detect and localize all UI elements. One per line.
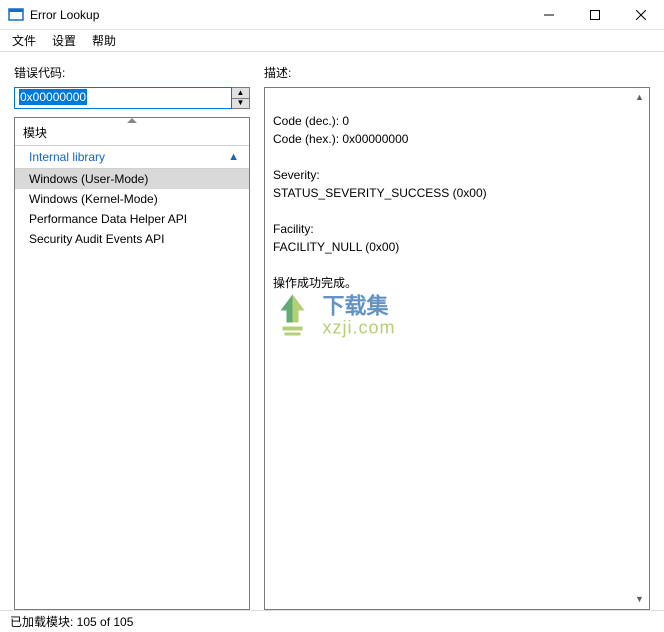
module-item[interactable]: Security Audit Events API: [15, 229, 249, 249]
spinner-down-button[interactable]: ▼: [232, 99, 249, 109]
description-scrollbar[interactable]: ▲ ▼: [631, 89, 648, 608]
desc-severity-label: Severity:: [273, 168, 320, 182]
menu-file[interactable]: 文件: [4, 30, 44, 51]
statusbar: 已加载模块: 105 of 105: [0, 610, 664, 632]
description-label: 描述:: [264, 64, 650, 81]
close-button[interactable]: [618, 0, 664, 30]
right-column: 描述: Code (dec.): 0 Code (hex.): 0x000000…: [264, 64, 650, 610]
titlebar: Error Lookup: [0, 0, 664, 30]
desc-code-hex: Code (hex.): 0x00000000: [273, 132, 408, 146]
description-area[interactable]: Code (dec.): 0 Code (hex.): 0x00000000 S…: [264, 87, 650, 610]
chevron-up-icon: ▲: [228, 151, 239, 163]
error-code-spinner: ▲ ▼: [232, 87, 250, 109]
app-icon: [8, 7, 24, 23]
module-panel: 模块 Internal library ▲ Windows (User-Mode…: [14, 117, 250, 610]
module-label: 模块: [15, 118, 249, 145]
scroll-up-icon[interactable]: ▲: [631, 89, 648, 106]
left-column: 错误代码: 0x00000000 ▲ ▼ 模块 Internal library…: [14, 64, 250, 610]
content: 错误代码: 0x00000000 ▲ ▼ 模块 Internal library…: [0, 52, 664, 610]
desc-code-dec: Code (dec.): 0: [273, 114, 349, 128]
maximize-button[interactable]: [572, 0, 618, 30]
menubar: 文件 设置 帮助: [0, 30, 664, 52]
error-code-label: 错误代码:: [14, 64, 250, 81]
error-code-input[interactable]: 0x00000000: [14, 87, 232, 109]
desc-message: 操作成功完成。: [273, 276, 357, 290]
menu-settings[interactable]: 设置: [44, 30, 84, 51]
desc-severity-value: STATUS_SEVERITY_SUCCESS (0x00): [273, 186, 487, 200]
module-item[interactable]: Windows (Kernel-Mode): [15, 189, 249, 209]
desc-facility-label: Facility:: [273, 222, 314, 236]
module-item[interactable]: Windows (User-Mode): [15, 169, 249, 189]
minimize-button[interactable]: [526, 0, 572, 30]
scroll-down-icon[interactable]: ▼: [631, 591, 648, 608]
spinner-up-button[interactable]: ▲: [232, 88, 249, 99]
menu-help[interactable]: 帮助: [84, 30, 124, 51]
error-code-row: 0x00000000 ▲ ▼: [14, 87, 250, 109]
module-group-label: Internal library: [29, 150, 105, 164]
module-item[interactable]: Performance Data Helper API: [15, 209, 249, 229]
module-group-header[interactable]: Internal library ▲: [15, 145, 249, 169]
module-list[interactable]: Windows (User-Mode)Windows (Kernel-Mode)…: [15, 169, 249, 609]
window-title: Error Lookup: [30, 8, 526, 22]
status-text: 已加载模块: 105 of 105: [10, 613, 133, 630]
desc-facility-value: FACILITY_NULL (0x00): [273, 240, 399, 254]
